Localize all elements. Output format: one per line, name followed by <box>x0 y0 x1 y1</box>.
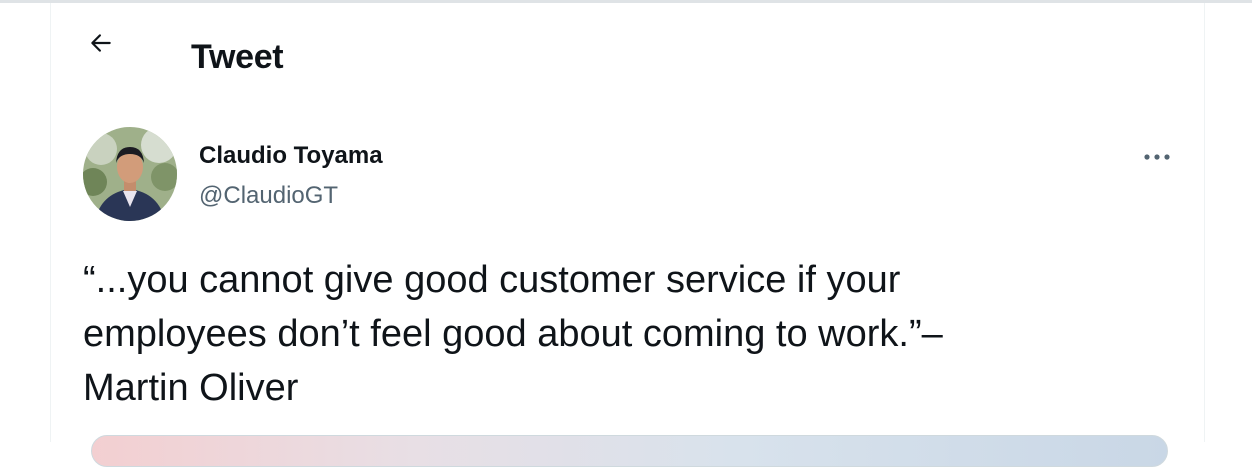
back-button[interactable] <box>83 25 119 61</box>
arrow-left-icon <box>91 34 111 52</box>
more-dots-icon <box>1144 154 1170 160</box>
author-display-name[interactable]: Claudio Toyama <box>199 141 383 171</box>
page-title: Tweet <box>191 38 284 76</box>
profile-photo-icon <box>83 127 177 221</box>
avatar[interactable] <box>83 127 177 221</box>
tweet-detail-column: Tweet Claudio Toyama @ClaudioGT “...you … <box>50 3 1205 467</box>
tweet-media[interactable] <box>91 435 1168 467</box>
tweet-text: “...you cannot give good customer servic… <box>83 259 943 409</box>
author-handle[interactable]: @ClaudioGT <box>199 181 338 211</box>
more-options-button[interactable] <box>1137 139 1177 175</box>
